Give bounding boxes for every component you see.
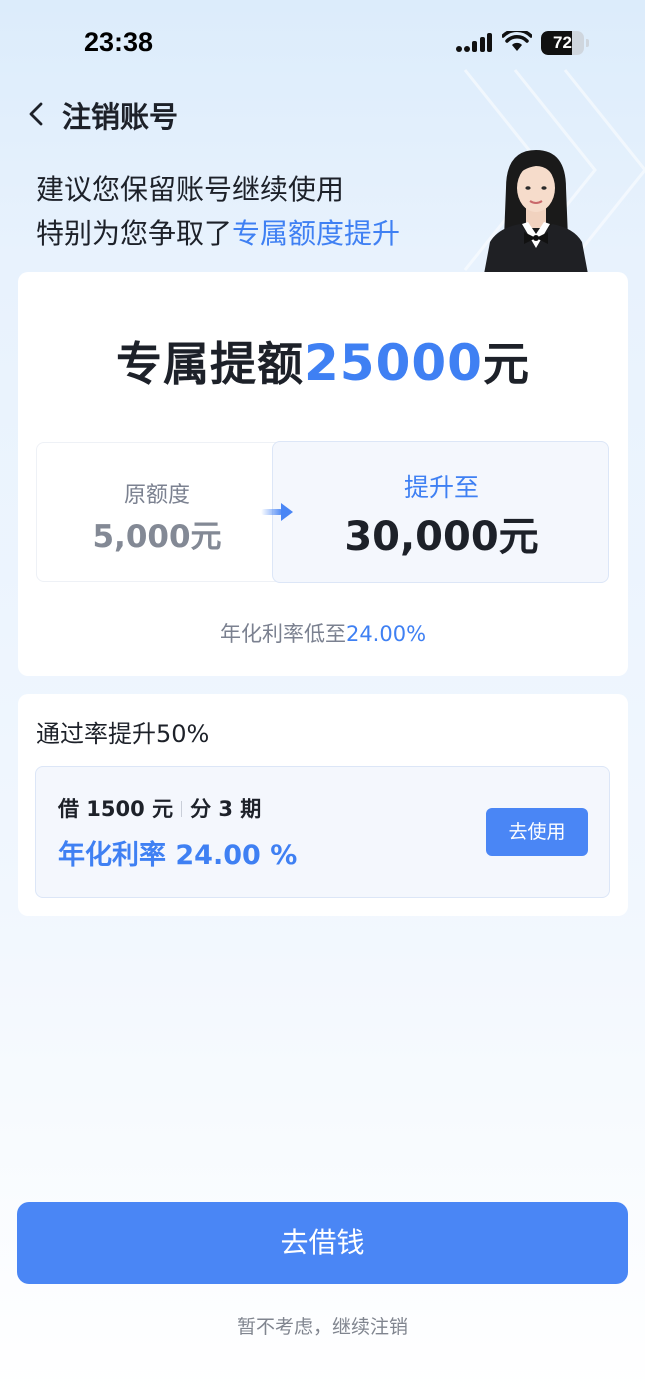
wifi-icon xyxy=(502,31,532,51)
cellular-signal-icon xyxy=(456,33,492,52)
promotion-title-suffix: 元 xyxy=(482,337,530,391)
promotion-card: 专属提额25000元 原额度 5,000元 提升至 30,000元 年化利率低至… xyxy=(18,272,628,676)
battery-icon: 72 xyxy=(541,31,589,55)
loan-terms: 借 1500 元分 3 期 xyxy=(58,793,261,823)
status-bar: 23:38 72 xyxy=(0,0,645,88)
annual-rate-prefix: 年化利率低至 xyxy=(219,622,346,646)
divider xyxy=(181,801,183,817)
battery-level: 72 xyxy=(553,33,572,52)
loan-amount: 借 1500 元 xyxy=(58,797,174,821)
promotion-title: 专属提额25000元 xyxy=(18,328,628,394)
headline-line-1: 建议您保留账号继续使用 xyxy=(36,173,345,206)
headline-line-2: 特别为您争取了专属额度提升 xyxy=(36,212,400,256)
original-limit-label: 原额度 xyxy=(123,483,190,508)
approval-rate-title: 通过率提升50% xyxy=(36,720,210,748)
original-limit-value: 5,000元 xyxy=(92,519,222,555)
customer-service-avatar xyxy=(484,150,588,274)
nav-bar: 注销账号 xyxy=(0,92,645,136)
arrow-right-icon xyxy=(261,503,293,521)
new-limit-label: 提升至 xyxy=(403,473,479,502)
new-limit-box: 提升至 30,000元 xyxy=(272,441,609,583)
page-title: 注销账号 xyxy=(62,100,179,134)
continue-cancel-link[interactable]: 暂不考虑，继续注销 xyxy=(0,1312,645,1339)
retention-headline: 建议您保留账号继续使用 特别为您争取了专属额度提升 xyxy=(36,168,400,256)
status-time: 23:38 xyxy=(84,27,154,57)
loan-term: 分 3 期 xyxy=(190,797,262,821)
use-offer-button[interactable]: 去使用 xyxy=(486,808,588,856)
annual-rate-note: 年化利率低至24.00% xyxy=(18,618,628,648)
loan-offer-box: 借 1500 元分 3 期 年化利率 24.00 % 去使用 xyxy=(35,766,610,898)
original-limit-box: 原额度 5,000元 xyxy=(36,442,276,582)
promotion-title-prefix: 专属提额 xyxy=(116,337,305,391)
offer-card: 通过率提升50% 借 1500 元分 3 期 年化利率 24.00 % 去使用 xyxy=(18,694,628,916)
headline-highlight: 专属额度提升 xyxy=(232,217,401,250)
promotion-amount: 25000 xyxy=(304,334,483,392)
chevron-left-icon[interactable] xyxy=(26,100,46,128)
borrow-button[interactable]: 去借钱 xyxy=(17,1202,628,1284)
headline-line-2-prefix: 特别为您争取了 xyxy=(36,217,233,250)
loan-rate: 年化利率 24.00 % xyxy=(58,840,298,871)
new-limit-value: 30,000元 xyxy=(344,514,539,560)
annual-rate-value: 24.00% xyxy=(345,622,427,646)
